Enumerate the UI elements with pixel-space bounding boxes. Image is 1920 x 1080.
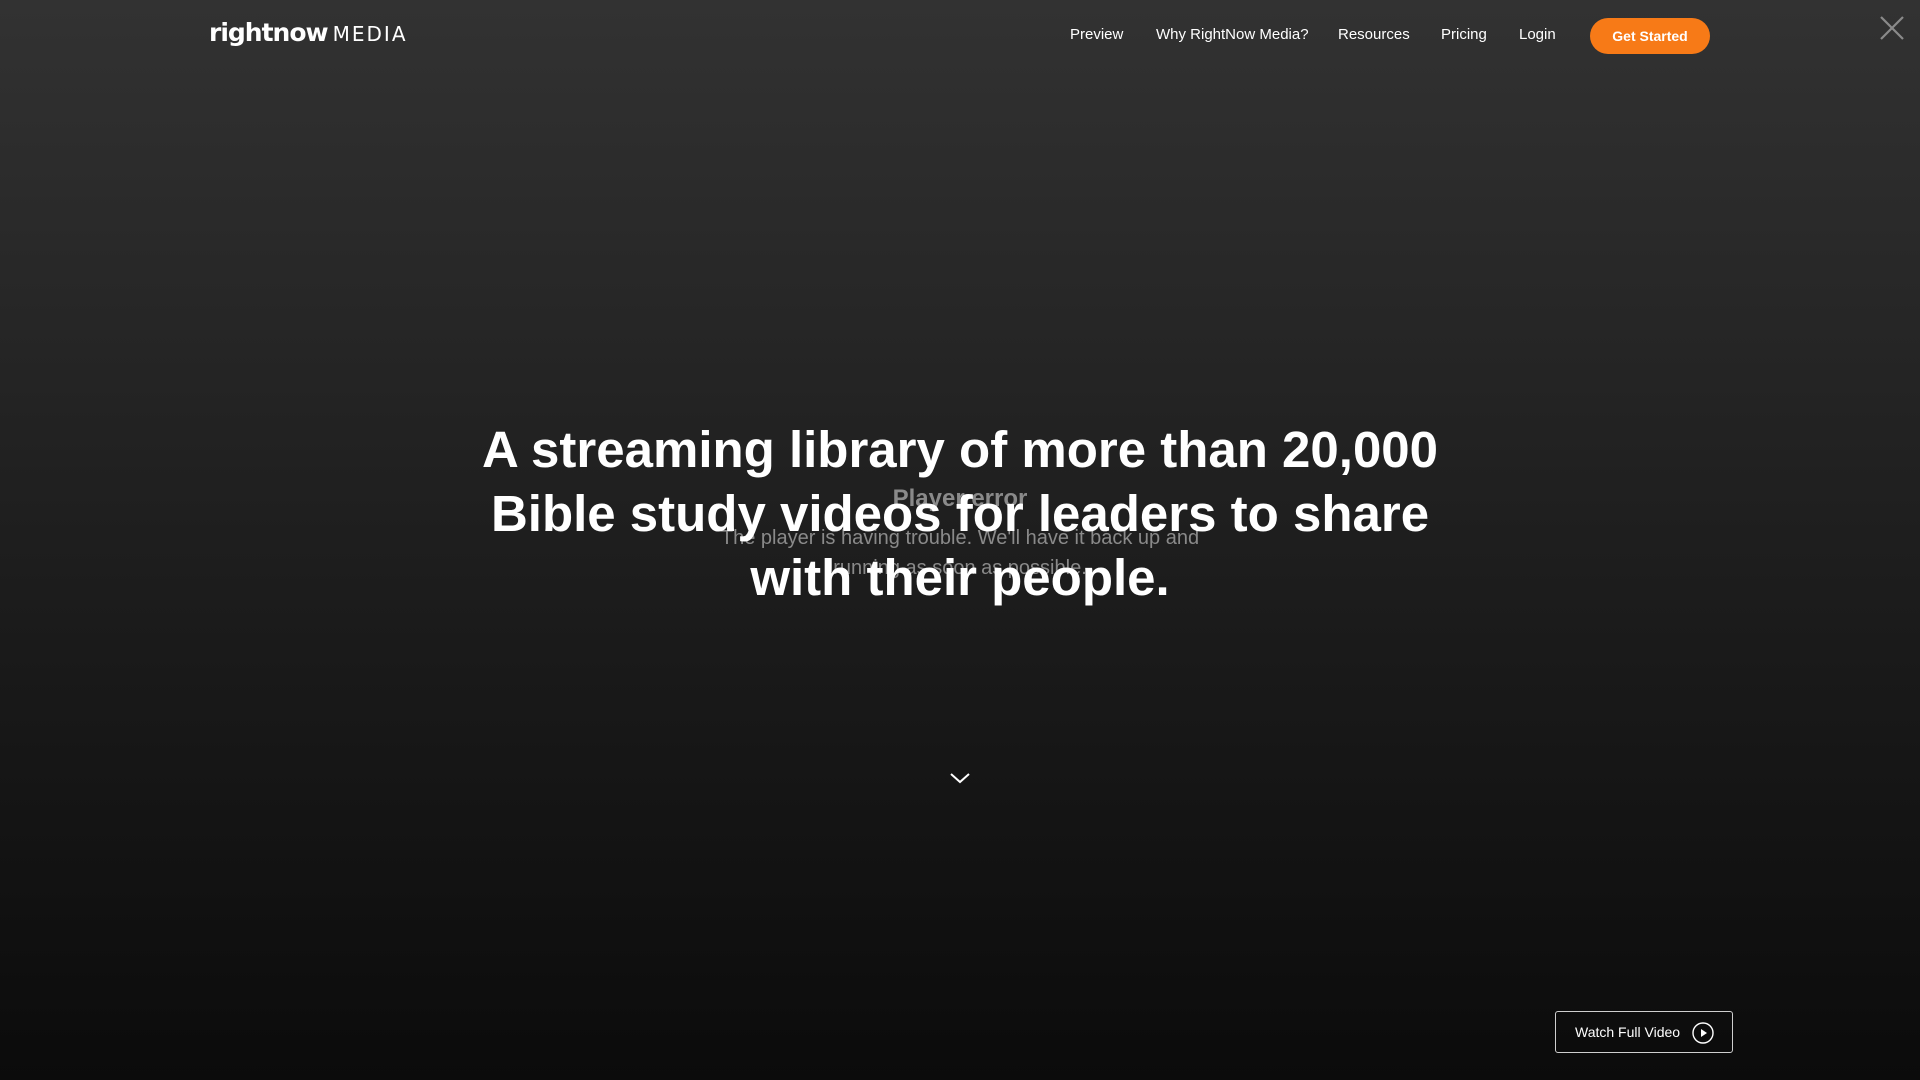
play-circle-icon <box>1692 1022 1714 1044</box>
nav-why-rightnow-media[interactable]: Why RightNow Media? <box>1156 26 1309 43</box>
get-started-button[interactable]: Get Started <box>1590 18 1710 54</box>
site-logo[interactable]: rightnow MEDIA <box>209 18 408 47</box>
nav-login[interactable]: Login <box>1519 26 1556 43</box>
nav-resources[interactable]: Resources <box>1338 26 1410 43</box>
watch-full-video-button[interactable]: Watch Full Video <box>1555 1011 1733 1053</box>
logo-suffix: MEDIA <box>332 22 408 46</box>
site-header: rightnow MEDIA Preview Why RightNow Media… <box>0 0 1920 70</box>
hero: A streaming library of more than 20,000 … <box>460 418 1460 610</box>
logo-wordmark: rightnow <box>209 18 329 47</box>
nav-preview[interactable]: Preview <box>1070 26 1123 43</box>
nav-pricing[interactable]: Pricing <box>1441 26 1487 43</box>
watch-full-video-label: Watch Full Video <box>1575 1024 1681 1040</box>
chevron-down-icon[interactable] <box>948 770 972 786</box>
close-icon[interactable] <box>1878 14 1906 42</box>
hero-headline: A streaming library of more than 20,000 … <box>481 421 1439 606</box>
